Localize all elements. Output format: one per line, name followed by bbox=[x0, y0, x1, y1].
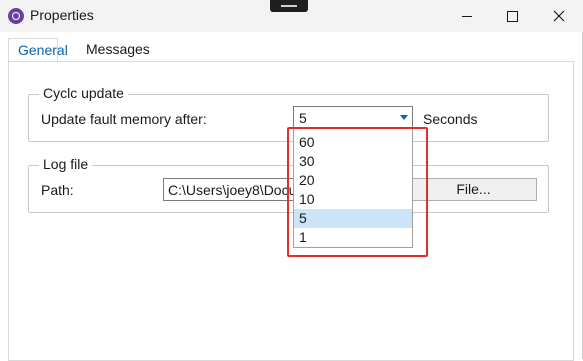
window-title: Properties bbox=[30, 7, 94, 23]
dropdown-option-5[interactable]: 5 bbox=[294, 209, 412, 228]
tab-messages[interactable]: Messages bbox=[82, 38, 154, 61]
update-interval-value: 5 bbox=[299, 110, 307, 126]
dropdown-option-10[interactable]: 10 bbox=[294, 190, 412, 209]
app-icon bbox=[8, 8, 24, 24]
dropdown-option-1[interactable]: 1 bbox=[294, 228, 412, 247]
maximize-icon bbox=[506, 10, 518, 22]
properties-window: Properties General Messages Cyclc update… bbox=[0, 0, 583, 361]
close-button[interactable] bbox=[536, 0, 582, 32]
dropdown-option-30[interactable]: 30 bbox=[294, 152, 412, 171]
update-interval-dropdown: 60 30 20 10 5 1 bbox=[293, 128, 413, 248]
minimize-button[interactable] bbox=[444, 0, 490, 32]
chevron-down-icon[interactable] bbox=[395, 107, 412, 128]
title-bar[interactable]: Properties bbox=[0, 0, 583, 32]
update-fault-memory-label: Update fault memory after: bbox=[41, 111, 207, 127]
file-button[interactable]: File... bbox=[410, 178, 537, 201]
dropdown-option-20[interactable]: 20 bbox=[294, 171, 412, 190]
close-icon bbox=[553, 10, 565, 22]
minimize-icon bbox=[462, 15, 472, 17]
seconds-label: Seconds bbox=[423, 111, 478, 127]
dropdown-option-60[interactable]: 60 bbox=[294, 133, 412, 152]
tab-general[interactable]: General bbox=[8, 38, 68, 61]
cycle-update-legend: Cyclc update bbox=[39, 85, 128, 101]
log-file-legend: Log file bbox=[39, 156, 93, 172]
snap-handle-icon[interactable] bbox=[270, 0, 308, 12]
update-interval-select[interactable]: 5 bbox=[293, 106, 413, 129]
path-label: Path: bbox=[41, 182, 74, 198]
path-value: C:\Users\joey8\Documents bbox=[168, 182, 312, 198]
maximize-button[interactable] bbox=[489, 0, 535, 32]
path-field[interactable]: C:\Users\joey8\Documents bbox=[163, 178, 313, 201]
